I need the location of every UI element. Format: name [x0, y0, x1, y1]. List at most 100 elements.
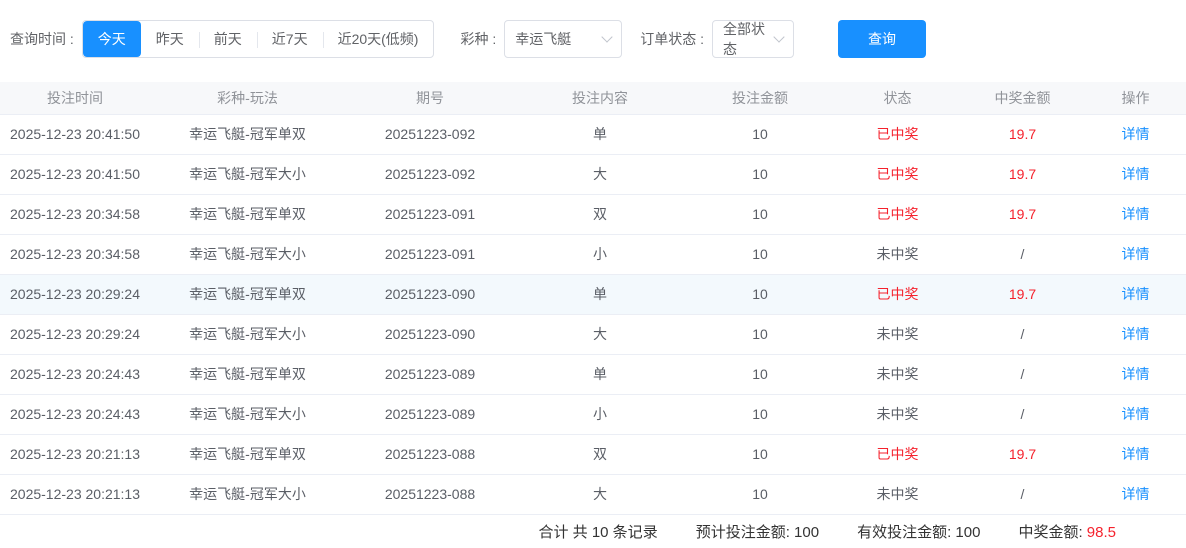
cell-game: 幸运飞艇-冠军单双 — [150, 354, 345, 394]
cell-status: 已中奖 — [835, 274, 960, 314]
status-select[interactable]: 全部状态 — [712, 20, 794, 58]
detail-link[interactable]: 详情 — [1122, 326, 1150, 342]
cell-time: 2025-12-23 20:24:43 — [0, 394, 150, 434]
table-row: 2025-12-23 20:21:13幸运飞艇-冠军大小20251223-088… — [0, 474, 1186, 514]
time-filter-3[interactable]: 近7天 — [257, 21, 323, 57]
time-filter-4[interactable]: 近20天(低频) — [323, 21, 434, 57]
cell-prize: / — [960, 354, 1085, 394]
cell-content: 单 — [515, 274, 685, 314]
cell-time: 2025-12-23 20:21:13 — [0, 474, 150, 514]
cell-status: 未中奖 — [835, 354, 960, 394]
cell-game: 幸运飞艇-冠军单双 — [150, 114, 345, 154]
cell-content: 双 — [515, 194, 685, 234]
detail-link[interactable]: 详情 — [1122, 406, 1150, 422]
time-filter-group: 今天昨天前天近7天近20天(低频) — [82, 20, 435, 58]
cell-issue: 20251223-092 — [345, 114, 515, 154]
cell-action: 详情 — [1085, 434, 1186, 474]
cell-status: 已中奖 — [835, 434, 960, 474]
lottery-label: 彩种 : — [460, 29, 496, 49]
cell-content: 双 — [515, 434, 685, 474]
prize-amount: 中奖金额: 98.5 — [1018, 521, 1116, 542]
cell-action: 详情 — [1085, 234, 1186, 274]
prize-label: 中奖金额: — [1018, 524, 1082, 541]
cell-issue: 20251223-090 — [345, 314, 515, 354]
detail-link[interactable]: 详情 — [1122, 486, 1150, 502]
cell-amount: 10 — [685, 274, 835, 314]
cell-game: 幸运飞艇-冠军单双 — [150, 194, 345, 234]
table-row: 2025-12-23 20:34:58幸运飞艇-冠军大小20251223-091… — [0, 234, 1186, 274]
column-header: 中奖金额 — [960, 82, 1085, 114]
table-row: 2025-12-23 20:41:50幸运飞艇-冠军大小20251223-092… — [0, 154, 1186, 194]
table-header-row: 投注时间彩种-玩法期号投注内容投注金额状态中奖金额操作 — [0, 82, 1186, 114]
cell-amount: 10 — [685, 354, 835, 394]
column-header: 彩种-玩法 — [150, 82, 345, 114]
detail-link[interactable]: 详情 — [1122, 206, 1150, 222]
cell-issue: 20251223-088 — [345, 434, 515, 474]
cell-amount: 10 — [685, 394, 835, 434]
cell-issue: 20251223-091 — [345, 234, 515, 274]
cell-issue: 20251223-092 — [345, 154, 515, 194]
detail-link[interactable]: 详情 — [1122, 126, 1150, 142]
cell-prize: 19.7 — [960, 114, 1085, 154]
cell-status: 未中奖 — [835, 234, 960, 274]
lottery-select[interactable]: 幸运飞艇 — [504, 20, 622, 58]
cell-game: 幸运飞艇-冠军单双 — [150, 434, 345, 474]
detail-link[interactable]: 详情 — [1122, 366, 1150, 382]
column-header: 投注金额 — [685, 82, 835, 114]
valid-bet-label: 有效投注金额: — [857, 524, 951, 541]
cell-content: 小 — [515, 394, 685, 434]
cell-time: 2025-12-23 20:41:50 — [0, 114, 150, 154]
filter-toolbar: 查询时间 : 今天昨天前天近7天近20天(低频) 彩种 : 幸运飞艇 订单状态 … — [0, 0, 1186, 60]
cell-action: 详情 — [1085, 354, 1186, 394]
cell-status: 已中奖 — [835, 154, 960, 194]
lottery-select-value: 幸运飞艇 — [515, 29, 571, 49]
detail-link[interactable]: 详情 — [1122, 246, 1150, 262]
cell-amount: 10 — [685, 474, 835, 514]
status-label: 订单状态 : — [640, 29, 704, 49]
cell-prize: 19.7 — [960, 154, 1085, 194]
time-filter-1[interactable]: 昨天 — [141, 21, 199, 57]
total-records-text: 合计 共 10 条记录 — [539, 521, 658, 542]
cell-status: 已中奖 — [835, 194, 960, 234]
table-row: 2025-12-23 20:21:13幸运飞艇-冠军单双20251223-088… — [0, 434, 1186, 474]
cell-prize: 19.7 — [960, 434, 1085, 474]
cell-game: 幸运飞艇-冠军大小 — [150, 314, 345, 354]
table-row: 2025-12-23 20:34:58幸运飞艇-冠军单双20251223-091… — [0, 194, 1186, 234]
expected-bet-value: 100 — [794, 524, 819, 541]
status-select-value: 全部状态 — [723, 19, 775, 59]
cell-status: 已中奖 — [835, 114, 960, 154]
time-filter-0[interactable]: 今天 — [83, 21, 141, 57]
cell-game: 幸运飞艇-冠军单双 — [150, 274, 345, 314]
cell-time: 2025-12-23 20:29:24 — [0, 314, 150, 354]
detail-link[interactable]: 详情 — [1122, 166, 1150, 182]
time-filter-2[interactable]: 前天 — [199, 21, 257, 57]
cell-issue: 20251223-089 — [345, 394, 515, 434]
cell-time: 2025-12-23 20:41:50 — [0, 154, 150, 194]
cell-content: 单 — [515, 114, 685, 154]
column-header: 期号 — [345, 82, 515, 114]
detail-link[interactable]: 详情 — [1122, 446, 1150, 462]
cell-amount: 10 — [685, 234, 835, 274]
cell-action: 详情 — [1085, 474, 1186, 514]
cell-amount: 10 — [685, 194, 835, 234]
cell-game: 幸运飞艇-冠军大小 — [150, 234, 345, 274]
cell-content: 大 — [515, 474, 685, 514]
detail-link[interactable]: 详情 — [1122, 286, 1150, 302]
cell-content: 小 — [515, 234, 685, 274]
bet-records-table: 投注时间彩种-玩法期号投注内容投注金额状态中奖金额操作 2025-12-23 2… — [0, 82, 1186, 515]
chevron-down-icon — [773, 31, 784, 42]
query-button[interactable]: 查询 — [838, 20, 926, 58]
table-row: 2025-12-23 20:29:24幸运飞艇-冠军大小20251223-090… — [0, 314, 1186, 354]
cell-amount: 10 — [685, 114, 835, 154]
cell-amount: 10 — [685, 434, 835, 474]
cell-status: 未中奖 — [835, 314, 960, 354]
cell-prize: 19.7 — [960, 194, 1085, 234]
cell-game: 幸运飞艇-冠军大小 — [150, 154, 345, 194]
time-filter-label: 查询时间 : — [10, 29, 74, 49]
column-header: 投注时间 — [0, 82, 150, 114]
expected-bet-amount: 预计投注金额: 100 — [696, 521, 819, 542]
table-row: 2025-12-23 20:24:43幸运飞艇-冠军单双20251223-089… — [0, 354, 1186, 394]
cell-prize: 19.7 — [960, 274, 1085, 314]
cell-time: 2025-12-23 20:29:24 — [0, 274, 150, 314]
cell-game: 幸运飞艇-冠军大小 — [150, 394, 345, 434]
